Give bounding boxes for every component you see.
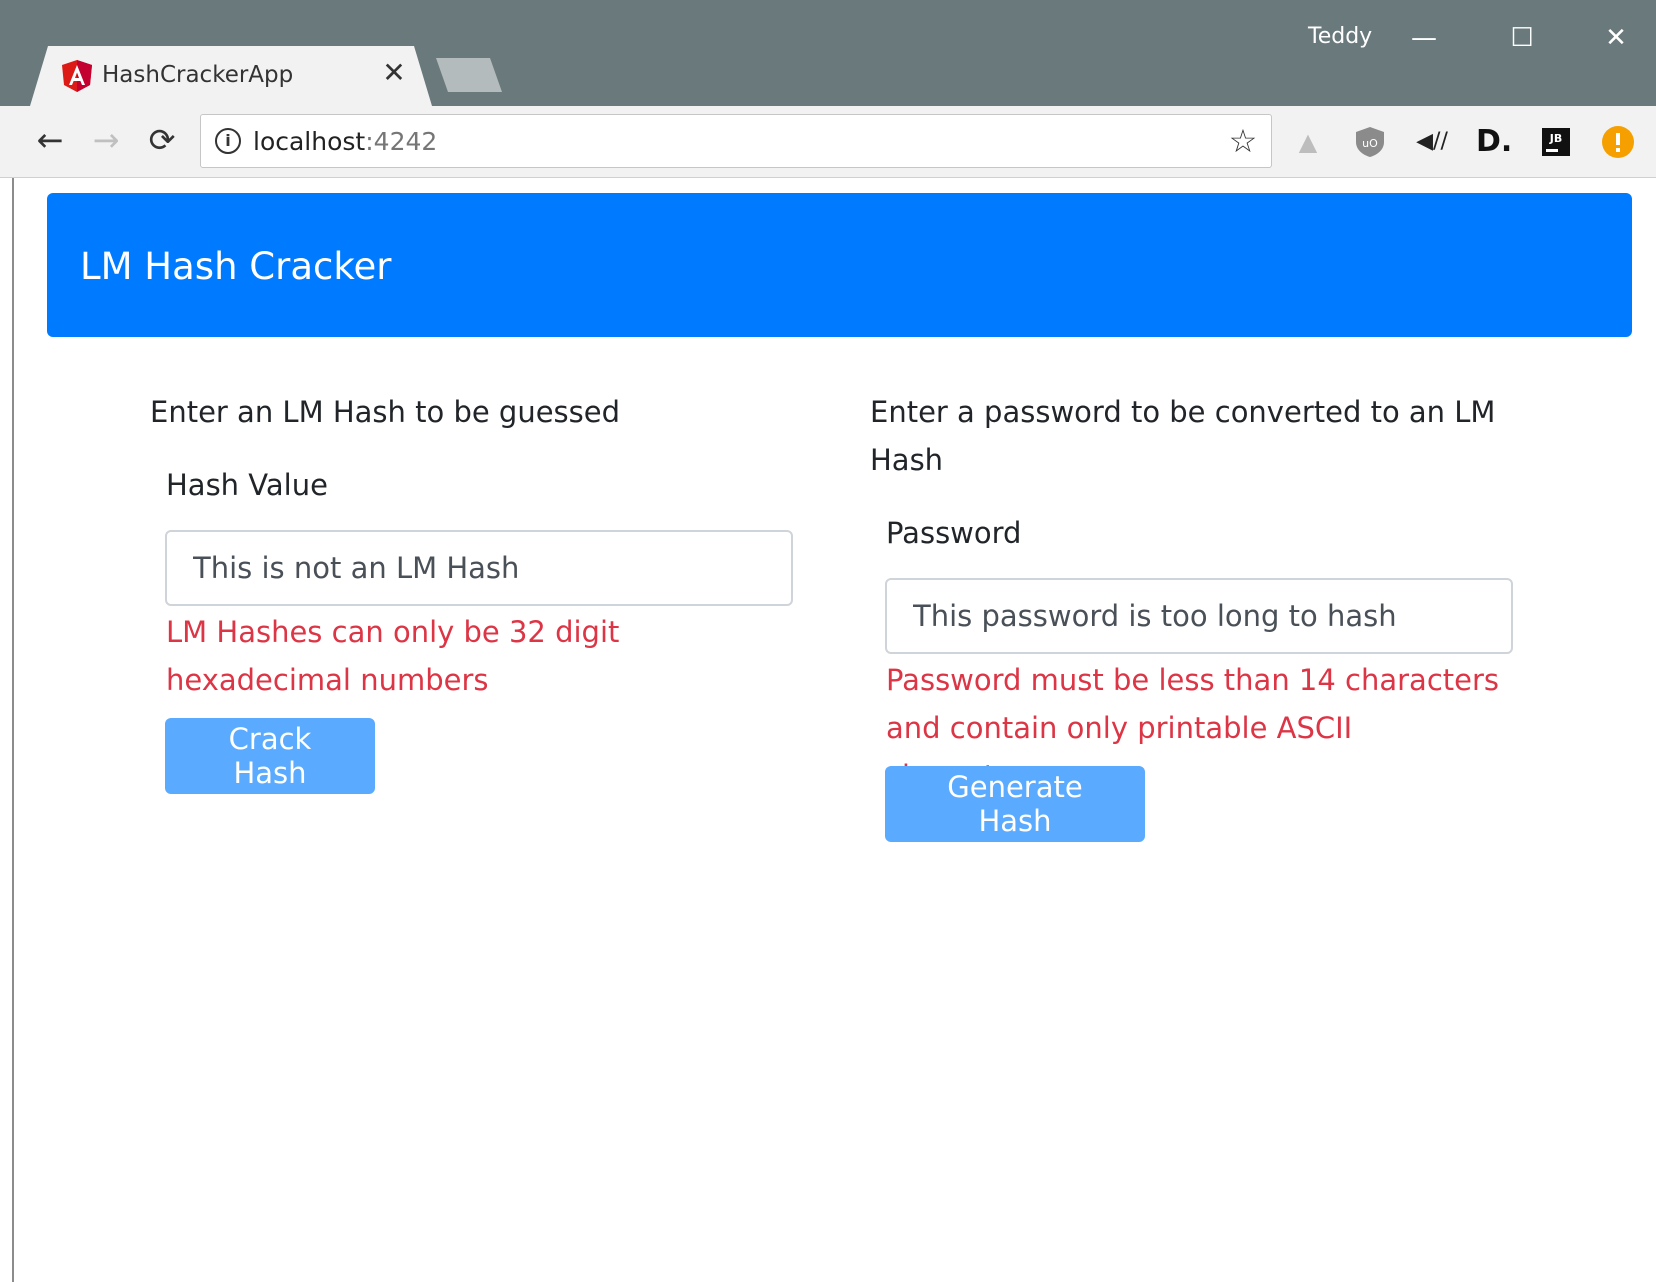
app-brand[interactable]: LM Hash Cracker <box>80 245 391 288</box>
url-text[interactable]: localhost:4242 <box>253 127 437 156</box>
address-bar[interactable]: i localhost:4242 ☆ <box>200 114 1272 168</box>
angular-icon <box>62 60 92 92</box>
generate-intro: Enter a password to be converted to an L… <box>870 395 1496 477</box>
browser-window: HashCrackerApp ✕ Teddy — ☐ ✕ ← → ⟳ i loc… <box>0 0 1656 1282</box>
window-close-icon[interactable]: ✕ <box>1586 18 1646 58</box>
crack-hash-button[interactable]: Crack Hash <box>165 718 375 794</box>
svg-text:JB: JB <box>1549 132 1562 145</box>
info-icon[interactable]: i <box>215 128 241 154</box>
reload-icon[interactable]: ⟳ <box>142 120 182 160</box>
minimize-icon[interactable]: — <box>1394 18 1454 58</box>
hash-value-label: Hash Value <box>166 468 328 502</box>
page-content: LM Hash Cracker Enter an LM Hash to be g… <box>14 178 1656 1282</box>
password-input[interactable] <box>885 578 1513 654</box>
jetbrains-icon[interactable]: JB <box>1538 124 1574 160</box>
close-icon[interactable]: ✕ <box>378 57 410 89</box>
maximize-icon[interactable]: ☐ <box>1492 18 1552 58</box>
generate-hash-button[interactable]: Generate Hash <box>885 766 1145 842</box>
browser-toolbar: ← → ⟳ i localhost:4242 ☆ ▲ uO ◀︎// D. JB <box>0 106 1656 178</box>
dashlane-icon[interactable]: D. <box>1476 124 1512 160</box>
hash-error-message: LM Hashes can only be 32 digit hexadecim… <box>166 615 620 697</box>
profile-name[interactable]: Teddy <box>1308 24 1372 49</box>
warning-icon[interactable] <box>1600 124 1636 160</box>
svg-text:uO: uO <box>1362 137 1378 150</box>
forward-arrow-icon[interactable]: → <box>86 120 126 160</box>
google-drive-icon[interactable]: ▲ <box>1290 124 1326 160</box>
new-tab-button[interactable] <box>436 58 502 92</box>
password-label: Password <box>886 516 1022 550</box>
window-edge <box>0 178 14 1282</box>
tab-title: HashCrackerApp <box>102 62 294 88</box>
back-arrow-icon[interactable]: ← <box>30 120 70 160</box>
bookmark-star-icon[interactable]: ☆ <box>1225 123 1261 159</box>
crack-intro: Enter an LM Hash to be guessed <box>150 395 621 429</box>
title-bar: HashCrackerApp ✕ Teddy — ☐ ✕ <box>0 0 1656 106</box>
audio-icon[interactable]: ◀︎// <box>1414 124 1450 160</box>
browser-tab[interactable]: HashCrackerApp ✕ <box>30 46 432 106</box>
hash-value-input[interactable] <box>165 530 793 606</box>
ublock-icon[interactable]: uO <box>1352 124 1388 160</box>
app-navbar: LM Hash Cracker <box>47 193 1632 337</box>
